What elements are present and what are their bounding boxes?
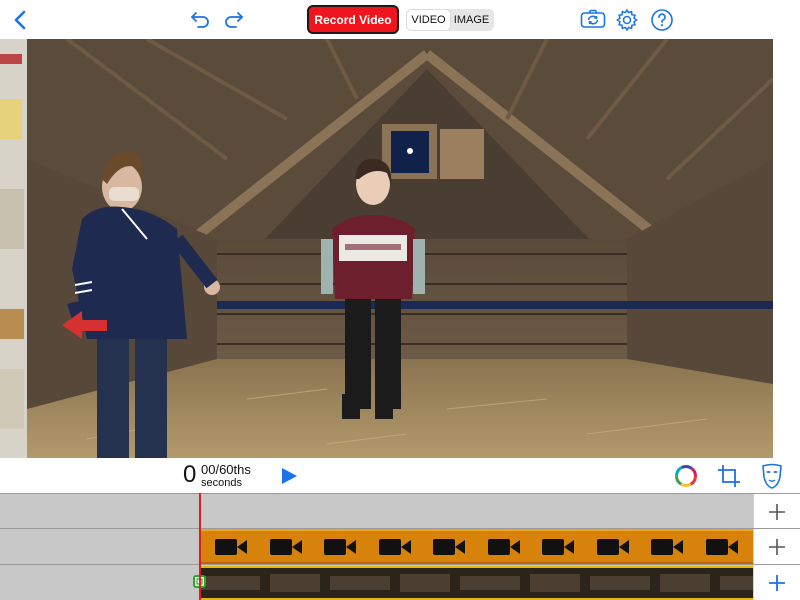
barn-scene-image <box>27 39 773 458</box>
top-toolbar: Record Video VIDEO IMAGE <box>0 0 800 38</box>
help-icon[interactable] <box>649 7 675 33</box>
play-icon[interactable] <box>277 465 301 487</box>
mask-icon[interactable] <box>759 462 785 490</box>
video-camera-icon <box>487 538 520 555</box>
plus-icon <box>769 538 785 555</box>
video-camera-icon <box>324 538 357 555</box>
mode-image-option[interactable]: IMAGE <box>450 10 493 30</box>
add-track-button[interactable] <box>753 494 800 529</box>
video-clip[interactable] <box>200 529 753 564</box>
video-camera-icon <box>542 538 575 555</box>
video-camera-icon <box>596 538 629 555</box>
background-clip[interactable] <box>200 566 753 600</box>
back-chevron-icon[interactable] <box>8 8 32 32</box>
mode-segmented-control: VIDEO IMAGE <box>406 9 494 31</box>
plus-icon <box>769 574 785 591</box>
timeline-track-empty[interactable] <box>0 494 753 529</box>
video-camera-icon <box>269 538 302 555</box>
time-seconds-display: 0 <box>183 461 197 488</box>
color-wheel-icon[interactable] <box>673 463 699 489</box>
plus-icon <box>769 503 785 520</box>
flip-camera-icon[interactable] <box>579 7 607 31</box>
video-camera-icon <box>215 538 248 555</box>
video-camera-icon <box>651 538 684 555</box>
undo-icon[interactable] <box>188 8 212 30</box>
video-camera-icon <box>705 538 738 555</box>
record-video-button[interactable]: Record Video <box>307 5 399 34</box>
time-unit-label: seconds <box>201 477 242 489</box>
background-filmstrip <box>200 568 753 598</box>
add-background-button[interactable] <box>753 565 800 600</box>
redo-icon[interactable] <box>222 8 246 30</box>
green-screen-preview[interactable] <box>27 39 773 458</box>
settings-gear-icon[interactable] <box>614 7 640 33</box>
video-camera-icon <box>433 538 466 555</box>
mode-video-option[interactable]: VIDEO <box>407 10 450 30</box>
stage-left-margin <box>0 39 27 458</box>
stage-right-margin <box>773 39 800 458</box>
playhead[interactable] <box>199 493 201 600</box>
crop-icon[interactable] <box>716 463 742 489</box>
add-video-clip-button[interactable] <box>753 529 800 564</box>
time-fraction-display: 00/60ths <box>201 462 251 477</box>
video-camera-icon <box>378 538 411 555</box>
